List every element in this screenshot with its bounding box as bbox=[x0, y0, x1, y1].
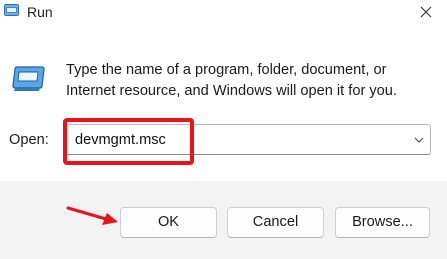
close-icon bbox=[420, 6, 432, 18]
cancel-button[interactable]: Cancel bbox=[227, 207, 324, 238]
chevron-down-icon[interactable] bbox=[412, 133, 426, 147]
dialog-description: Type the name of a program, folder, docu… bbox=[66, 60, 426, 102]
description-line: Type the name of a program, folder, docu… bbox=[66, 62, 387, 78]
browse-button[interactable]: Browse... bbox=[335, 207, 430, 238]
annotation-highlight-box bbox=[63, 118, 194, 165]
run-dialog-icon bbox=[12, 66, 45, 91]
ok-button[interactable]: OK bbox=[120, 207, 217, 238]
open-label: Open: bbox=[9, 132, 49, 148]
description-line: Internet resource, and Windows will open… bbox=[66, 83, 397, 99]
close-button[interactable] bbox=[405, 0, 447, 26]
annotation-arrow-icon bbox=[66, 206, 118, 225]
window-title: Run bbox=[27, 4, 53, 20]
run-dialog-icon bbox=[4, 4, 19, 16]
title-bar: Run bbox=[0, 0, 447, 28]
